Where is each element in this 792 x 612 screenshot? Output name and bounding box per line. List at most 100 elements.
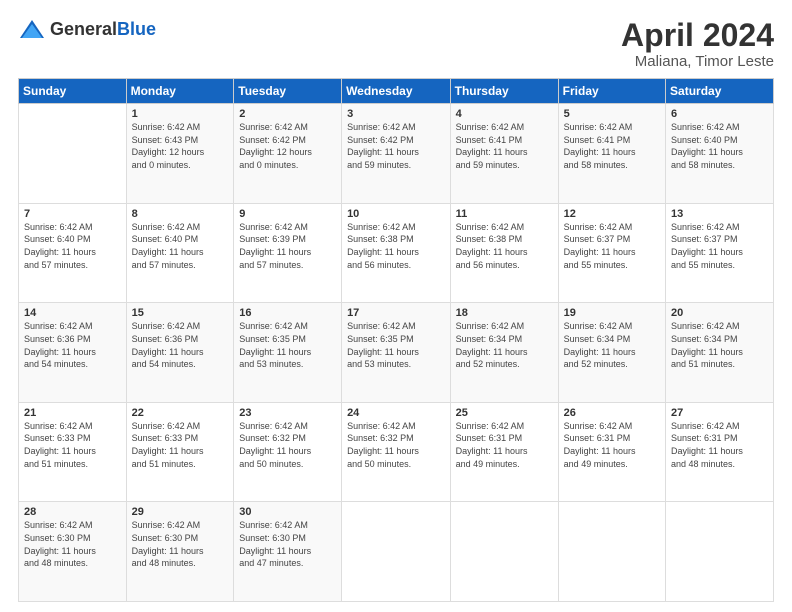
day-number: 17 [347, 307, 445, 319]
day-number: 27 [671, 407, 768, 419]
day-info: Sunrise: 6:42 AM Sunset: 6:40 PM Dayligh… [671, 121, 768, 171]
calendar-day-cell: 12Sunrise: 6:42 AM Sunset: 6:37 PM Dayli… [558, 203, 665, 303]
calendar: SundayMondayTuesdayWednesdayThursdayFrid… [18, 78, 774, 602]
calendar-day-cell [342, 502, 451, 602]
day-number: 29 [132, 506, 229, 518]
day-info: Sunrise: 6:42 AM Sunset: 6:36 PM Dayligh… [132, 320, 229, 370]
day-info: Sunrise: 6:42 AM Sunset: 6:40 PM Dayligh… [24, 221, 121, 271]
day-of-week-header: Tuesday [234, 79, 342, 104]
calendar-week-row: 1Sunrise: 6:42 AM Sunset: 6:43 PM Daylig… [19, 104, 774, 204]
calendar-day-cell: 24Sunrise: 6:42 AM Sunset: 6:32 PM Dayli… [342, 402, 451, 502]
page: GeneralBlue April 2024 Maliana, Timor Le… [0, 0, 792, 612]
day-info: Sunrise: 6:42 AM Sunset: 6:38 PM Dayligh… [347, 221, 445, 271]
calendar-day-cell: 23Sunrise: 6:42 AM Sunset: 6:32 PM Dayli… [234, 402, 342, 502]
calendar-day-cell [558, 502, 665, 602]
day-number: 11 [456, 208, 553, 220]
logo-icon [18, 18, 46, 40]
calendar-day-cell: 13Sunrise: 6:42 AM Sunset: 6:37 PM Dayli… [666, 203, 774, 303]
calendar-day-cell: 10Sunrise: 6:42 AM Sunset: 6:38 PM Dayli… [342, 203, 451, 303]
calendar-day-cell: 9Sunrise: 6:42 AM Sunset: 6:39 PM Daylig… [234, 203, 342, 303]
days-header-row: SundayMondayTuesdayWednesdayThursdayFrid… [19, 79, 774, 104]
day-info: Sunrise: 6:42 AM Sunset: 6:31 PM Dayligh… [564, 420, 660, 470]
day-info: Sunrise: 6:42 AM Sunset: 6:34 PM Dayligh… [456, 320, 553, 370]
calendar-day-cell: 26Sunrise: 6:42 AM Sunset: 6:31 PM Dayli… [558, 402, 665, 502]
day-info: Sunrise: 6:42 AM Sunset: 6:35 PM Dayligh… [347, 320, 445, 370]
day-number: 7 [24, 208, 121, 220]
day-number: 6 [671, 108, 768, 120]
day-info: Sunrise: 6:42 AM Sunset: 6:38 PM Dayligh… [456, 221, 553, 271]
day-info: Sunrise: 6:42 AM Sunset: 6:41 PM Dayligh… [456, 121, 553, 171]
day-info: Sunrise: 6:42 AM Sunset: 6:30 PM Dayligh… [24, 519, 121, 569]
logo-general: General [50, 19, 117, 39]
day-info: Sunrise: 6:42 AM Sunset: 6:35 PM Dayligh… [239, 320, 336, 370]
day-number: 28 [24, 506, 121, 518]
calendar-day-cell: 22Sunrise: 6:42 AM Sunset: 6:33 PM Dayli… [126, 402, 234, 502]
day-info: Sunrise: 6:42 AM Sunset: 6:37 PM Dayligh… [564, 221, 660, 271]
day-info: Sunrise: 6:42 AM Sunset: 6:30 PM Dayligh… [239, 519, 336, 569]
day-number: 14 [24, 307, 121, 319]
day-info: Sunrise: 6:42 AM Sunset: 6:41 PM Dayligh… [564, 121, 660, 171]
calendar-week-row: 14Sunrise: 6:42 AM Sunset: 6:36 PM Dayli… [19, 303, 774, 403]
calendar-day-cell: 2Sunrise: 6:42 AM Sunset: 6:42 PM Daylig… [234, 104, 342, 204]
calendar-day-cell: 4Sunrise: 6:42 AM Sunset: 6:41 PM Daylig… [450, 104, 558, 204]
day-number: 12 [564, 208, 660, 220]
day-of-week-header: Saturday [666, 79, 774, 104]
day-number: 25 [456, 407, 553, 419]
calendar-day-cell: 5Sunrise: 6:42 AM Sunset: 6:41 PM Daylig… [558, 104, 665, 204]
calendar-day-cell [450, 502, 558, 602]
day-info: Sunrise: 6:42 AM Sunset: 6:32 PM Dayligh… [347, 420, 445, 470]
header: GeneralBlue April 2024 Maliana, Timor Le… [18, 18, 774, 70]
calendar-day-cell [19, 104, 127, 204]
day-of-week-header: Wednesday [342, 79, 451, 104]
day-number: 3 [347, 108, 445, 120]
calendar-body: 1Sunrise: 6:42 AM Sunset: 6:43 PM Daylig… [19, 104, 774, 602]
calendar-day-cell: 3Sunrise: 6:42 AM Sunset: 6:42 PM Daylig… [342, 104, 451, 204]
day-info: Sunrise: 6:42 AM Sunset: 6:33 PM Dayligh… [24, 420, 121, 470]
day-number: 21 [24, 407, 121, 419]
calendar-day-cell: 8Sunrise: 6:42 AM Sunset: 6:40 PM Daylig… [126, 203, 234, 303]
calendar-day-cell [666, 502, 774, 602]
calendar-day-cell: 1Sunrise: 6:42 AM Sunset: 6:43 PM Daylig… [126, 104, 234, 204]
day-number: 18 [456, 307, 553, 319]
day-number: 10 [347, 208, 445, 220]
day-number: 15 [132, 307, 229, 319]
logo-blue: Blue [117, 19, 156, 39]
day-info: Sunrise: 6:42 AM Sunset: 6:43 PM Dayligh… [132, 121, 229, 171]
calendar-day-cell: 30Sunrise: 6:42 AM Sunset: 6:30 PM Dayli… [234, 502, 342, 602]
day-number: 2 [239, 108, 336, 120]
day-number: 30 [239, 506, 336, 518]
day-number: 13 [671, 208, 768, 220]
calendar-day-cell: 27Sunrise: 6:42 AM Sunset: 6:31 PM Dayli… [666, 402, 774, 502]
day-info: Sunrise: 6:42 AM Sunset: 6:36 PM Dayligh… [24, 320, 121, 370]
day-info: Sunrise: 6:42 AM Sunset: 6:31 PM Dayligh… [671, 420, 768, 470]
calendar-day-cell: 19Sunrise: 6:42 AM Sunset: 6:34 PM Dayli… [558, 303, 665, 403]
calendar-day-cell: 17Sunrise: 6:42 AM Sunset: 6:35 PM Dayli… [342, 303, 451, 403]
calendar-day-cell: 28Sunrise: 6:42 AM Sunset: 6:30 PM Dayli… [19, 502, 127, 602]
day-info: Sunrise: 6:42 AM Sunset: 6:39 PM Dayligh… [239, 221, 336, 271]
day-number: 24 [347, 407, 445, 419]
day-number: 4 [456, 108, 553, 120]
calendar-day-cell: 14Sunrise: 6:42 AM Sunset: 6:36 PM Dayli… [19, 303, 127, 403]
calendar-day-cell: 7Sunrise: 6:42 AM Sunset: 6:40 PM Daylig… [19, 203, 127, 303]
day-info: Sunrise: 6:42 AM Sunset: 6:40 PM Dayligh… [132, 221, 229, 271]
day-info: Sunrise: 6:42 AM Sunset: 6:34 PM Dayligh… [671, 320, 768, 370]
day-number: 16 [239, 307, 336, 319]
calendar-day-cell: 16Sunrise: 6:42 AM Sunset: 6:35 PM Dayli… [234, 303, 342, 403]
calendar-day-cell: 15Sunrise: 6:42 AM Sunset: 6:36 PM Dayli… [126, 303, 234, 403]
day-number: 23 [239, 407, 336, 419]
calendar-week-row: 28Sunrise: 6:42 AM Sunset: 6:30 PM Dayli… [19, 502, 774, 602]
day-info: Sunrise: 6:42 AM Sunset: 6:34 PM Dayligh… [564, 320, 660, 370]
calendar-day-cell: 6Sunrise: 6:42 AM Sunset: 6:40 PM Daylig… [666, 104, 774, 204]
calendar-header: SundayMondayTuesdayWednesdayThursdayFrid… [19, 79, 774, 104]
calendar-day-cell: 18Sunrise: 6:42 AM Sunset: 6:34 PM Dayli… [450, 303, 558, 403]
day-number: 1 [132, 108, 229, 120]
day-info: Sunrise: 6:42 AM Sunset: 6:42 PM Dayligh… [239, 121, 336, 171]
month-title: April 2024 [621, 18, 774, 53]
calendar-day-cell: 29Sunrise: 6:42 AM Sunset: 6:30 PM Dayli… [126, 502, 234, 602]
day-info: Sunrise: 6:42 AM Sunset: 6:31 PM Dayligh… [456, 420, 553, 470]
calendar-week-row: 21Sunrise: 6:42 AM Sunset: 6:33 PM Dayli… [19, 402, 774, 502]
day-number: 19 [564, 307, 660, 319]
logo: GeneralBlue [18, 18, 156, 40]
day-info: Sunrise: 6:42 AM Sunset: 6:42 PM Dayligh… [347, 121, 445, 171]
day-number: 9 [239, 208, 336, 220]
